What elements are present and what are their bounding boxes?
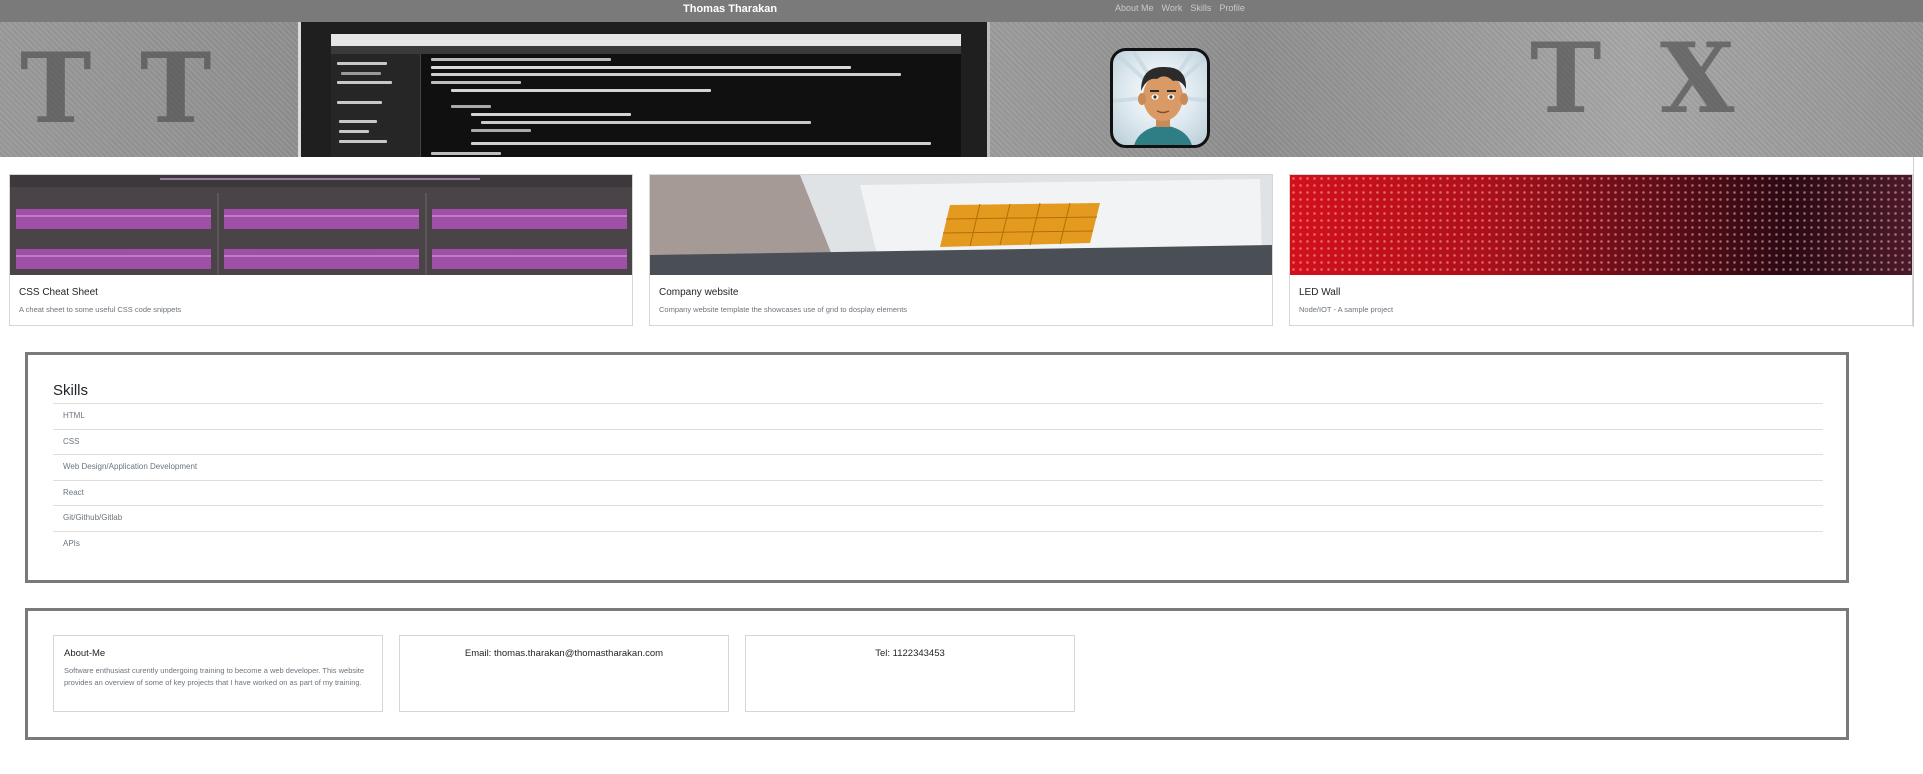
- laptop-image: [298, 22, 990, 157]
- project-description: Node/IOT - A sample project: [1299, 305, 1394, 314]
- skill-item-react: React: [53, 481, 1823, 507]
- skill-item-web-design: Web Design/Application Development: [53, 455, 1823, 481]
- skills-list: HTML CSS Web Design/Application Developm…: [53, 403, 1823, 558]
- project-card-company-website[interactable]: Company website Company website template…: [649, 174, 1273, 326]
- nav-link-work[interactable]: Work: [1162, 3, 1183, 13]
- page: Thomas Tharakan About Me Work Skills Pro…: [0, 0, 1923, 774]
- nav-link-about-me[interactable]: About Me: [1115, 3, 1154, 13]
- hero-background-letter: T: [20, 32, 92, 145]
- hero-background-letter: T: [140, 32, 212, 145]
- brand-name[interactable]: Thomas Tharakan: [683, 3, 777, 15]
- hero-banner: T T T X: [0, 22, 1923, 157]
- project-description: Company website template the showcases u…: [659, 305, 908, 314]
- project-card-css-cheat-sheet[interactable]: CSS Cheat Sheet A cheat sheet to some us…: [9, 174, 633, 326]
- code-editor-screen: [331, 34, 961, 157]
- skill-item-git: Git/Github/Gitlab: [53, 506, 1823, 532]
- project-image-led-wall: [1290, 175, 1912, 275]
- skill-item-apis: APIs: [63, 538, 80, 548]
- telephone-card: Tel: 1122343453: [745, 635, 1075, 712]
- nav-link-profile[interactable]: Profile: [1219, 3, 1245, 13]
- email-card: Email: thomas.tharakan@thomastharakan.co…: [399, 635, 729, 712]
- skills-section: Skills HTML CSS Web Design/Application D…: [25, 352, 1849, 583]
- nav-links: About Me Work Skills Profile: [1115, 3, 1245, 13]
- about-me-text: Software enthusiast curently undergoing …: [64, 666, 365, 687]
- project-title[interactable]: CSS Cheat Sheet: [19, 287, 98, 298]
- hero-background-letter: X: [1660, 22, 1735, 135]
- about-me-title: About-Me: [64, 648, 106, 659]
- project-image-company-website: [650, 175, 1272, 275]
- skill-item-css: CSS: [53, 430, 1823, 456]
- project-description: A cheat sheet to some useful CSS code sn…: [19, 305, 182, 314]
- project-image-css-cheat-sheet: [10, 175, 632, 275]
- nav-link-skills[interactable]: Skills: [1190, 3, 1211, 13]
- skill-item-html: HTML: [53, 404, 1823, 430]
- email-text[interactable]: Email: thomas.tharakan@thomastharakan.co…: [400, 648, 728, 659]
- file-tree-panel: [331, 54, 421, 157]
- project-title[interactable]: Company website: [659, 287, 738, 298]
- right-edge-divider: [1913, 157, 1914, 327]
- telephone-text[interactable]: Tel: 1122343453: [746, 648, 1074, 659]
- project-title[interactable]: LED Wall: [1299, 287, 1340, 298]
- project-card-led-wall[interactable]: LED Wall Node/IOT - A sample project: [1289, 174, 1913, 326]
- hero-background-letter: T: [1530, 22, 1602, 135]
- top-navbar: Thomas Tharakan About Me Work Skills Pro…: [0, 0, 1923, 22]
- skills-heading: Skills: [53, 382, 89, 399]
- profile-avatar-icon: [1110, 48, 1210, 148]
- about-me-card: About-Me Software enthusiast curently un…: [53, 635, 383, 712]
- contact-section: About-Me Software enthusiast curently un…: [25, 608, 1849, 740]
